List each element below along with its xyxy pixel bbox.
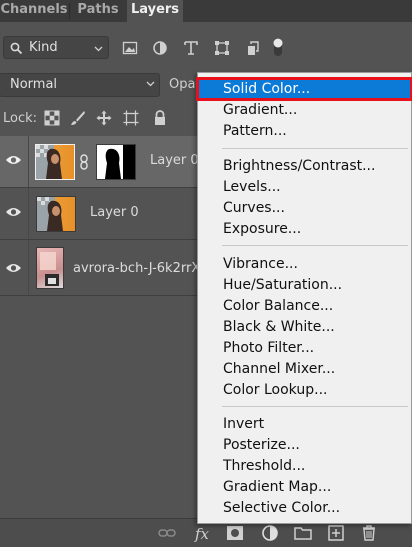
- adjustment-layer-menu: Solid Color... Gradient... Pattern... Br…: [196, 72, 412, 524]
- lock-transparent-pixels-icon[interactable]: [44, 110, 60, 126]
- menu-item-selective-color[interactable]: Selective Color...: [198, 498, 411, 518]
- layer-mask-thumbnail[interactable]: [96, 144, 136, 180]
- blend-mode-value: Normal: [10, 77, 58, 92]
- menu-item-black-white[interactable]: Black & White...: [198, 317, 411, 337]
- tab-paths[interactable]: Paths: [70, 0, 126, 22]
- layer-name[interactable]: avrora-bch-J-6k2rrXYB: [73, 261, 217, 276]
- menu-item-vibrance[interactable]: Vibrance...: [198, 254, 411, 274]
- menu-item-threshold[interactable]: Threshold...: [198, 456, 411, 476]
- link-layers-icon[interactable]: [158, 524, 176, 542]
- visibility-eye-icon[interactable]: [5, 206, 22, 218]
- filter-adjustment-icon[interactable]: [152, 40, 168, 56]
- menu-item-pattern[interactable]: Pattern...: [198, 121, 411, 141]
- filter-smart-object-icon[interactable]: [245, 40, 261, 56]
- tab-channels[interactable]: Channels: [0, 0, 68, 22]
- svg-text:fx: fx: [194, 525, 210, 542]
- menu-item-hue-saturation[interactable]: Hue/Saturation...: [198, 275, 411, 295]
- menu-item-gradient-map[interactable]: Gradient Map...: [198, 477, 411, 497]
- menu-divider: [222, 148, 408, 149]
- menu-item-color-balance[interactable]: Color Balance...: [198, 296, 411, 316]
- layer-name[interactable]: Layer 0: [90, 205, 139, 220]
- row-divider: [28, 136, 29, 187]
- tab-layers[interactable]: Layers: [127, 0, 183, 22]
- new-layer-icon[interactable]: [327, 524, 345, 542]
- layer-filter-row: Kind: [0, 36, 412, 62]
- menu-divider: [222, 406, 408, 407]
- visibility-eye-icon[interactable]: [5, 262, 22, 274]
- new-adjustment-layer-icon[interactable]: [261, 524, 279, 542]
- menu-divider: [222, 245, 408, 246]
- filter-type-icon[interactable]: [183, 40, 199, 56]
- menu-item-channel-mixer[interactable]: Channel Mixer...: [198, 359, 411, 379]
- layer-thumbnail[interactable]: [35, 144, 75, 180]
- row-divider: [28, 188, 29, 239]
- menu-item-exposure[interactable]: Exposure...: [198, 219, 411, 239]
- filter-shape-icon[interactable]: [214, 40, 230, 56]
- menu-item-curves[interactable]: Curves...: [198, 198, 411, 218]
- chevron-down-icon: [146, 81, 155, 87]
- layer-thumbnail[interactable]: [36, 196, 76, 232]
- menu-item-invert[interactable]: Invert: [198, 414, 411, 434]
- mask-link-chain-icon[interactable]: [79, 154, 89, 170]
- fx-layer-style-icon[interactable]: fx: [194, 524, 212, 542]
- filter-pixel-icon[interactable]: [122, 40, 138, 56]
- delete-layer-trash-icon[interactable]: [360, 524, 378, 542]
- panel-tab-bar: Channels Paths Layers: [0, 0, 412, 22]
- lock-position-icon[interactable]: [96, 110, 112, 126]
- menu-item-brightness-contrast[interactable]: Brightness/Contrast...: [198, 156, 411, 176]
- menu-item-gradient[interactable]: Gradient...: [198, 100, 411, 120]
- filter-toggle-switch[interactable]: [272, 38, 284, 56]
- layer-thumbnail[interactable]: [36, 247, 64, 289]
- filter-kind-label: Kind: [29, 40, 58, 55]
- search-icon: [10, 42, 23, 55]
- menu-item-levels[interactable]: Levels...: [198, 177, 411, 197]
- lock-image-pixels-icon[interactable]: [70, 110, 86, 126]
- menu-item-color-lookup[interactable]: Color Lookup...: [198, 380, 411, 400]
- visibility-eye-icon[interactable]: [5, 154, 22, 166]
- row-divider: [28, 240, 29, 295]
- new-group-folder-icon[interactable]: [294, 524, 312, 542]
- filter-kind-select[interactable]: Kind: [3, 36, 109, 59]
- chevron-down-icon: [94, 46, 103, 52]
- blend-mode-select[interactable]: Normal: [0, 73, 160, 97]
- lock-all-icon[interactable]: [152, 110, 168, 126]
- menu-item-posterize[interactable]: Posterize...: [198, 435, 411, 455]
- menu-item-solid-color[interactable]: Solid Color...: [196, 77, 412, 101]
- layer-name[interactable]: Layer 0: [150, 153, 199, 168]
- lock-label: Lock:: [3, 111, 38, 126]
- add-mask-icon[interactable]: [226, 524, 244, 542]
- menu-item-photo-filter[interactable]: Photo Filter...: [198, 338, 411, 358]
- lock-artboard-icon[interactable]: [123, 110, 139, 126]
